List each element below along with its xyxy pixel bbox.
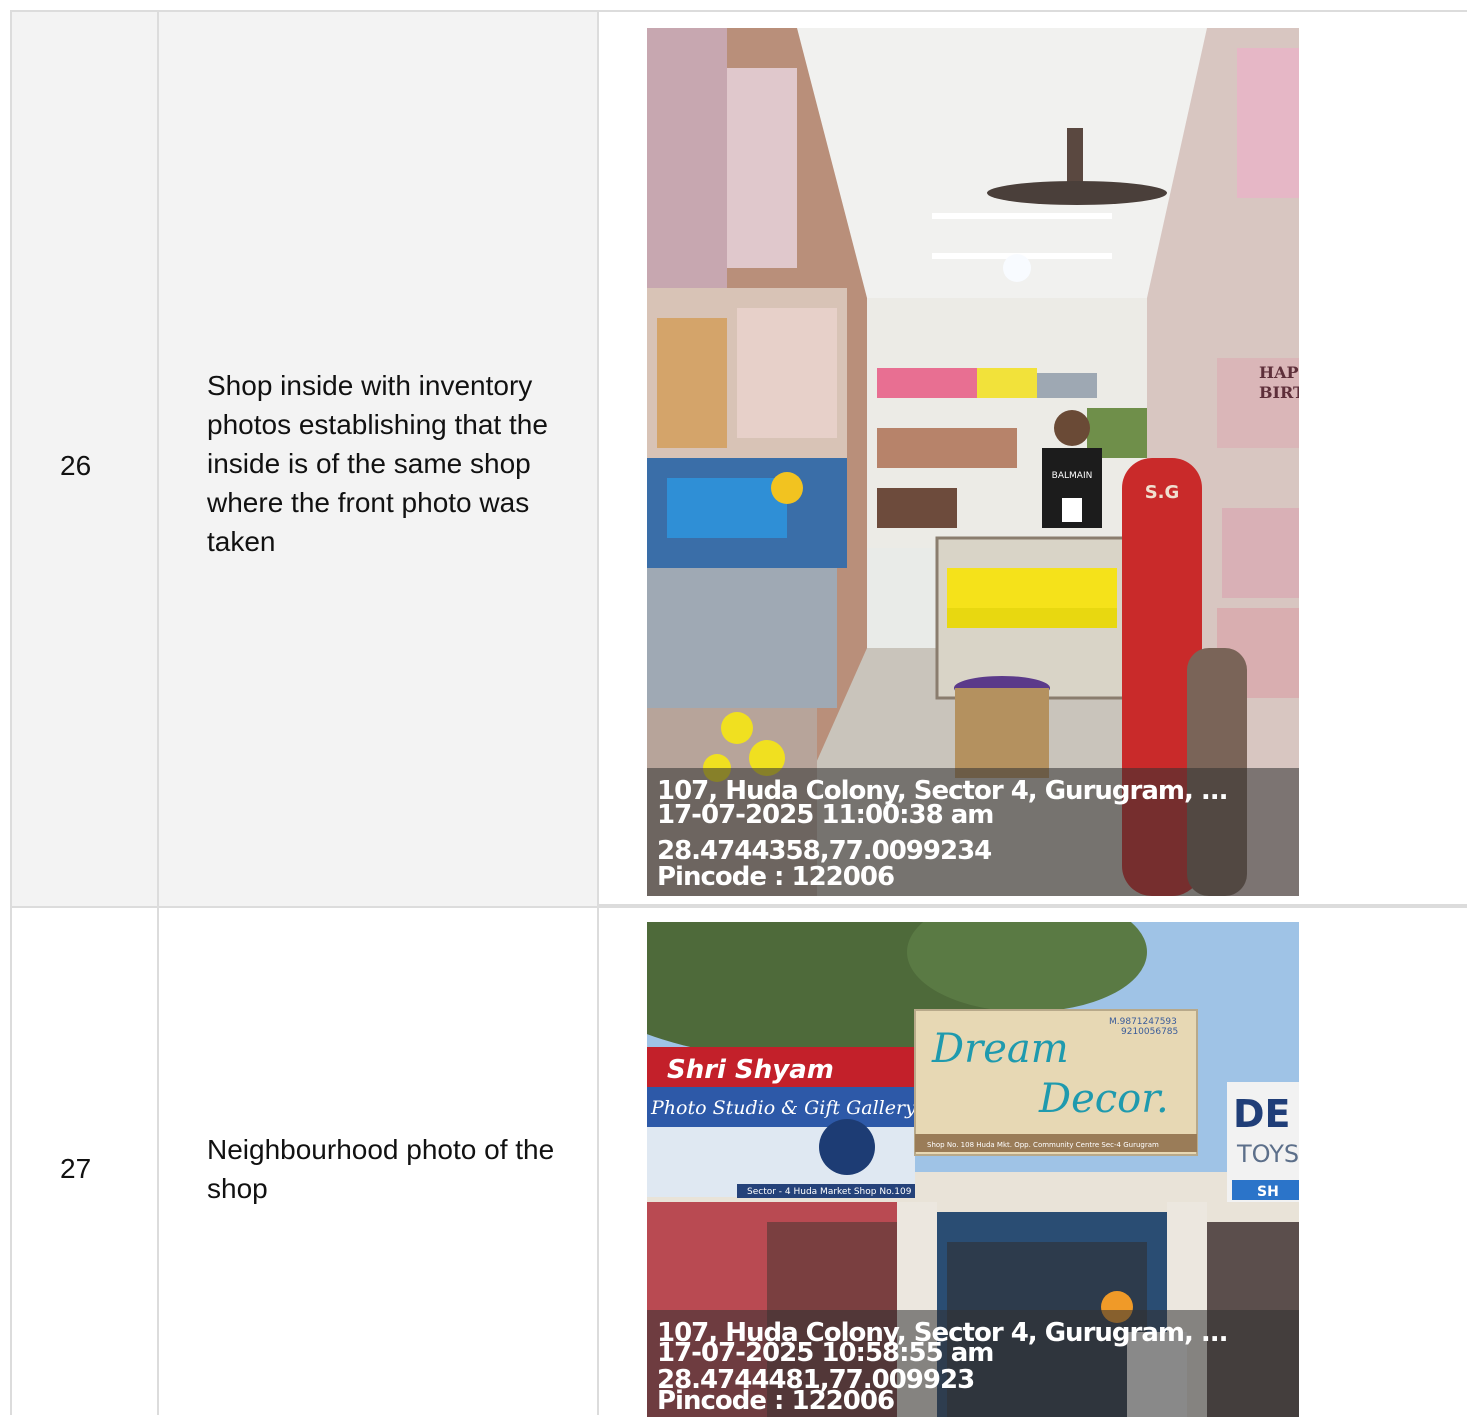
sign-decor: Decor. bbox=[1038, 1076, 1169, 1122]
stamp-pincode: Pincode : 122006 bbox=[657, 1386, 895, 1416]
shop-interior-photo: BALMAIN S.G HAPPY BIRTHDAY 107, Huda Col… bbox=[647, 28, 1299, 896]
sign-shop-108: Shop No. 108 Huda Mkt. Opp. Community Ce… bbox=[927, 1141, 1159, 1149]
row-27-photo-cell: Shri Shyam Photo Studio & Gift Gallery S… bbox=[597, 906, 1467, 1417]
row-description: Shop inside with inventory photos establ… bbox=[207, 370, 548, 557]
row-26-number-cell: 26 bbox=[10, 10, 157, 906]
geo-stamp: 107, Huda Colony, Sector 4, Gurugram, ..… bbox=[647, 768, 1299, 896]
sign-dream: Dream bbox=[931, 1026, 1069, 1072]
sign-toys: TOYS bbox=[1236, 1140, 1299, 1168]
row-27-number-cell: 27 bbox=[10, 906, 157, 1415]
stamp-pincode: Pincode : 122006 bbox=[657, 862, 895, 892]
sign-de: DE bbox=[1233, 1092, 1291, 1136]
row-27-description-cell: Neighbourhood photo of the shop bbox=[157, 906, 597, 1415]
stamp-datetime: 17-07-2025 10:58:55 am bbox=[657, 1338, 994, 1368]
cylinder-text: S.G bbox=[1145, 482, 1180, 503]
stamp-datetime: 17-07-2025 11:00:38 am bbox=[657, 800, 994, 830]
sign-photo-studio: Photo Studio & Gift Gallery bbox=[650, 1097, 916, 1119]
geo-stamp: 107, Huda Colony, Sector 4, Gurugram, ..… bbox=[647, 1310, 1299, 1417]
sign-shri-shyam: Shri Shyam bbox=[667, 1055, 834, 1085]
card-text-2: BIRTHDAY bbox=[1259, 383, 1299, 402]
tshirt-text: BALMAIN bbox=[1052, 471, 1093, 481]
shop-neighbourhood-photo: Shri Shyam Photo Studio & Gift Gallery S… bbox=[647, 922, 1299, 1417]
sign-phone-1: M.9871247593 bbox=[1109, 1017, 1177, 1027]
row-number: 26 bbox=[60, 450, 92, 481]
document-table: 26 Shop inside with inventory photos est… bbox=[0, 0, 1467, 1417]
row-number: 27 bbox=[60, 1153, 92, 1184]
shop-interior-illustration: BALMAIN S.G HAPPY BIRTHDAY bbox=[647, 28, 1299, 896]
sign-shop-109: Sector - 4 Huda Market Shop No.109 bbox=[747, 1187, 912, 1197]
row-26-photo-cell: BALMAIN S.G HAPPY BIRTHDAY 107, Huda Col… bbox=[597, 10, 1467, 906]
row-26-description-cell: Shop inside with inventory photos establ… bbox=[157, 10, 597, 906]
row-description: Neighbourhood photo of the shop bbox=[207, 1134, 555, 1204]
sign-sh: SH bbox=[1257, 1184, 1279, 1200]
card-text-1: HAPPY bbox=[1259, 363, 1299, 382]
sign-phone-2: 9210056785 bbox=[1121, 1027, 1178, 1037]
